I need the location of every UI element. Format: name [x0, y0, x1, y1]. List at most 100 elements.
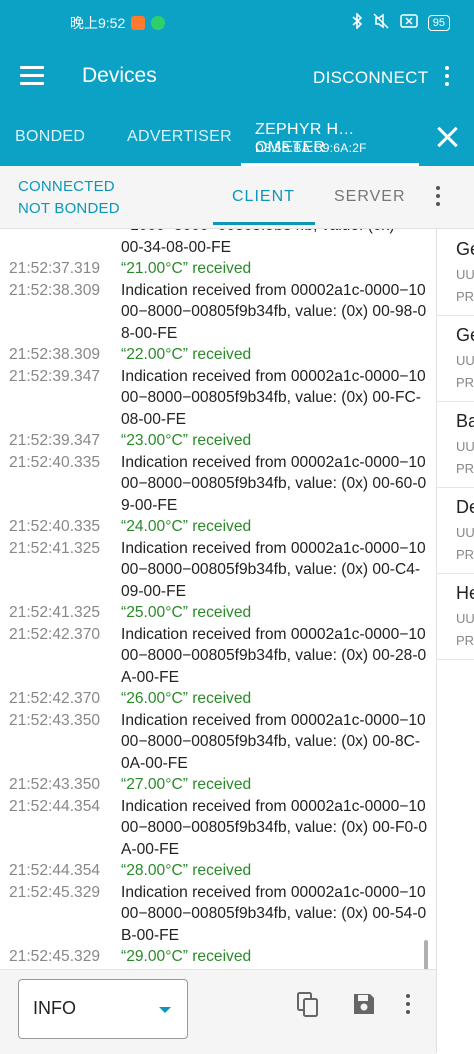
- hamburger-menu-icon[interactable]: [20, 66, 44, 86]
- log-timestamp: 21:52:41.325: [9, 539, 101, 557]
- service-primary-label: PR: [456, 547, 474, 562]
- log-entry: 21:52:37.319 “21.00°C” received: [0, 258, 434, 280]
- battery-indicator: 95: [427, 14, 450, 31]
- service-item[interactable]: Ge UU PR: [437, 229, 474, 316]
- service-item[interactable]: He UU PR: [437, 573, 474, 660]
- sim-off-icon: [400, 14, 418, 31]
- close-icon[interactable]: [436, 126, 458, 148]
- device-tabs: BONDED ADVERTISER ZEPHYR H…OMETER D8:5B:…: [0, 110, 474, 166]
- connection-more-icon[interactable]: [436, 186, 440, 206]
- log-value-message: “28.00°C” received: [121, 862, 252, 879]
- service-item[interactable]: De UU PR: [437, 487, 474, 574]
- status-bar: 晚上9:52 95: [0, 0, 474, 44]
- disconnect-button[interactable]: DISCONNECT: [313, 68, 428, 88]
- arrow-drop-down-icon: [159, 1007, 171, 1013]
- log-timestamp: 21:52:38.309: [9, 281, 101, 299]
- log-message: Indication received from 00002a1c-0000−1…: [121, 367, 426, 428]
- log-value-message: “26.00°C” received: [121, 690, 252, 707]
- device-address: D8:5B:BA:C9:6A:2F: [255, 141, 367, 155]
- tab-connected-device[interactable]: ZEPHYR H…OMETER D8:5B:BA:C9:6A:2F: [241, 110, 419, 166]
- service-uuid-label: UU: [456, 353, 474, 368]
- tab-advertiser[interactable]: ADVERTISER: [127, 128, 232, 146]
- service-uuid-label: UU: [456, 611, 474, 626]
- log-level-select[interactable]: INFO: [18, 979, 188, 1039]
- log-message: Indication received from 00002a1c-0000−1…: [121, 883, 427, 944]
- service-title: He: [456, 583, 474, 603]
- service-title: Ge: [456, 239, 474, 259]
- log-entry: 00-34-08-00-FE: [0, 237, 434, 259]
- save-icon[interactable]: [352, 992, 376, 1016]
- services-panel[interactable]: Ge UU PR Ge UU PR Ba UU PR De UU PR He UU PR: [436, 229, 474, 969]
- log-entry: 21:52:44.354 “28.00°C” received: [0, 860, 434, 882]
- log-timestamp: 21:52:39.347: [9, 432, 101, 449]
- tab-client[interactable]: CLIENT: [232, 188, 295, 206]
- service-primary-label: PR: [456, 633, 474, 648]
- log-message: Indication received from 00002a1c-0000−1…: [121, 711, 426, 772]
- status-left: 晚上9:52: [70, 13, 166, 33]
- log-message: Indication received from 00002a1c-0000−1…: [121, 281, 427, 342]
- log-entry: 21:52:38.309 Indication received from 000…: [0, 280, 434, 345]
- log-scrollbar[interactable]: [424, 940, 428, 972]
- log-timestamp: 21:52:44.354: [9, 797, 101, 815]
- log-message: −1000−8000−00805f9b34fb, value: (0x): [121, 229, 428, 237]
- log-timestamp: 21:52:42.370: [9, 690, 101, 707]
- log-entry: 21:52:45.329 “29.00°C” received: [0, 946, 434, 968]
- log-timestamp: 21:52:40.335: [9, 518, 101, 535]
- log-timestamp: 21:52:41.325: [9, 604, 101, 621]
- log-list[interactable]: −1000−8000−00805f9b34fb, value: (0x)00-3…: [0, 229, 434, 969]
- log-entry: 21:52:42.370 Indication received from 000…: [0, 624, 434, 689]
- log-message: Indication received from 00002a1c-0000−1…: [121, 797, 428, 858]
- connection-bar: CONNECTED NOT BONDED CLIENT SERVER: [0, 166, 474, 229]
- app-bar: Devices DISCONNECT: [0, 44, 474, 110]
- log-entry: 21:52:39.347 “23.00°C” received: [0, 430, 434, 452]
- tab-server[interactable]: SERVER: [334, 188, 406, 206]
- log-value-message: “29.00°C” received: [121, 948, 252, 965]
- log-value-message: “24.00°C” received: [121, 518, 252, 535]
- log-entry: 21:52:41.325 Indication received from 000…: [0, 538, 434, 603]
- log-timestamp: 21:52:44.354: [9, 862, 101, 879]
- log-entry: 21:52:40.335 “24.00°C” received: [0, 516, 434, 538]
- service-title: Ge: [456, 325, 474, 345]
- log-timestamp: 21:52:39.347: [9, 367, 101, 385]
- log-message: Indication received from 00002a1c-0000−1…: [121, 453, 427, 514]
- status-time: 晚上9:52: [70, 15, 126, 31]
- mute-icon: [372, 13, 390, 32]
- bottom-more-icon[interactable]: [406, 994, 410, 1014]
- log-entry: 21:52:44.354 Indication received from 000…: [0, 796, 434, 861]
- log-value-message: “23.00°C” received: [121, 432, 252, 449]
- log-level-value: INFO: [33, 998, 76, 1018]
- notification-app-icon: [131, 16, 146, 30]
- service-uuid-label: UU: [456, 439, 474, 454]
- service-uuid-label: UU: [456, 267, 474, 282]
- log-entries: −1000−8000−00805f9b34fb, value: (0x)00-3…: [0, 229, 434, 968]
- log-entry: 21:52:43.350 Indication received from 000…: [0, 710, 434, 775]
- log-message: Indication received from 00002a1c-0000−1…: [121, 539, 426, 600]
- log-timestamp: 21:52:45.329: [9, 948, 101, 965]
- log-value-message: “21.00°C” received: [121, 260, 252, 277]
- log-timestamp: 21:52:37.319: [9, 260, 101, 277]
- log-entry: 21:52:42.370 “26.00°C” received: [0, 688, 434, 710]
- service-item[interactable]: Ge UU PR: [437, 315, 474, 402]
- log-timestamp: 21:52:40.335: [9, 453, 101, 471]
- notification-chat-icon: [151, 16, 166, 30]
- status-right: 95: [352, 12, 450, 32]
- log-value-message: “27.00°C” received: [121, 776, 252, 793]
- log-message: 00-34-08-00-FE: [121, 238, 232, 256]
- log-timestamp: [0, 237, 121, 259]
- log-entry: 21:52:41.325 “25.00°C” received: [0, 602, 434, 624]
- log-entry: 21:52:40.335 Indication received from 000…: [0, 452, 434, 517]
- tab-bonded[interactable]: BONDED: [15, 128, 85, 146]
- log-value-message: “22.00°C” received: [121, 346, 252, 363]
- service-title: Ba: [456, 411, 474, 431]
- service-primary-label: PR: [456, 461, 474, 476]
- services-panel-bottom: [436, 969, 474, 1053]
- bluetooth-icon: [352, 12, 362, 32]
- copy-icon[interactable]: [296, 992, 320, 1018]
- log-timestamp: 21:52:43.350: [9, 776, 101, 793]
- more-vert-icon[interactable]: [440, 66, 454, 90]
- log-timestamp: 21:52:38.309: [9, 346, 101, 363]
- connection-state: CONNECTED: [18, 178, 115, 195]
- log-entry: −1000−8000−00805f9b34fb, value: (0x): [0, 229, 434, 237]
- log-timestamp: 21:52:42.370: [9, 625, 101, 643]
- service-item[interactable]: Ba UU PR: [437, 401, 474, 488]
